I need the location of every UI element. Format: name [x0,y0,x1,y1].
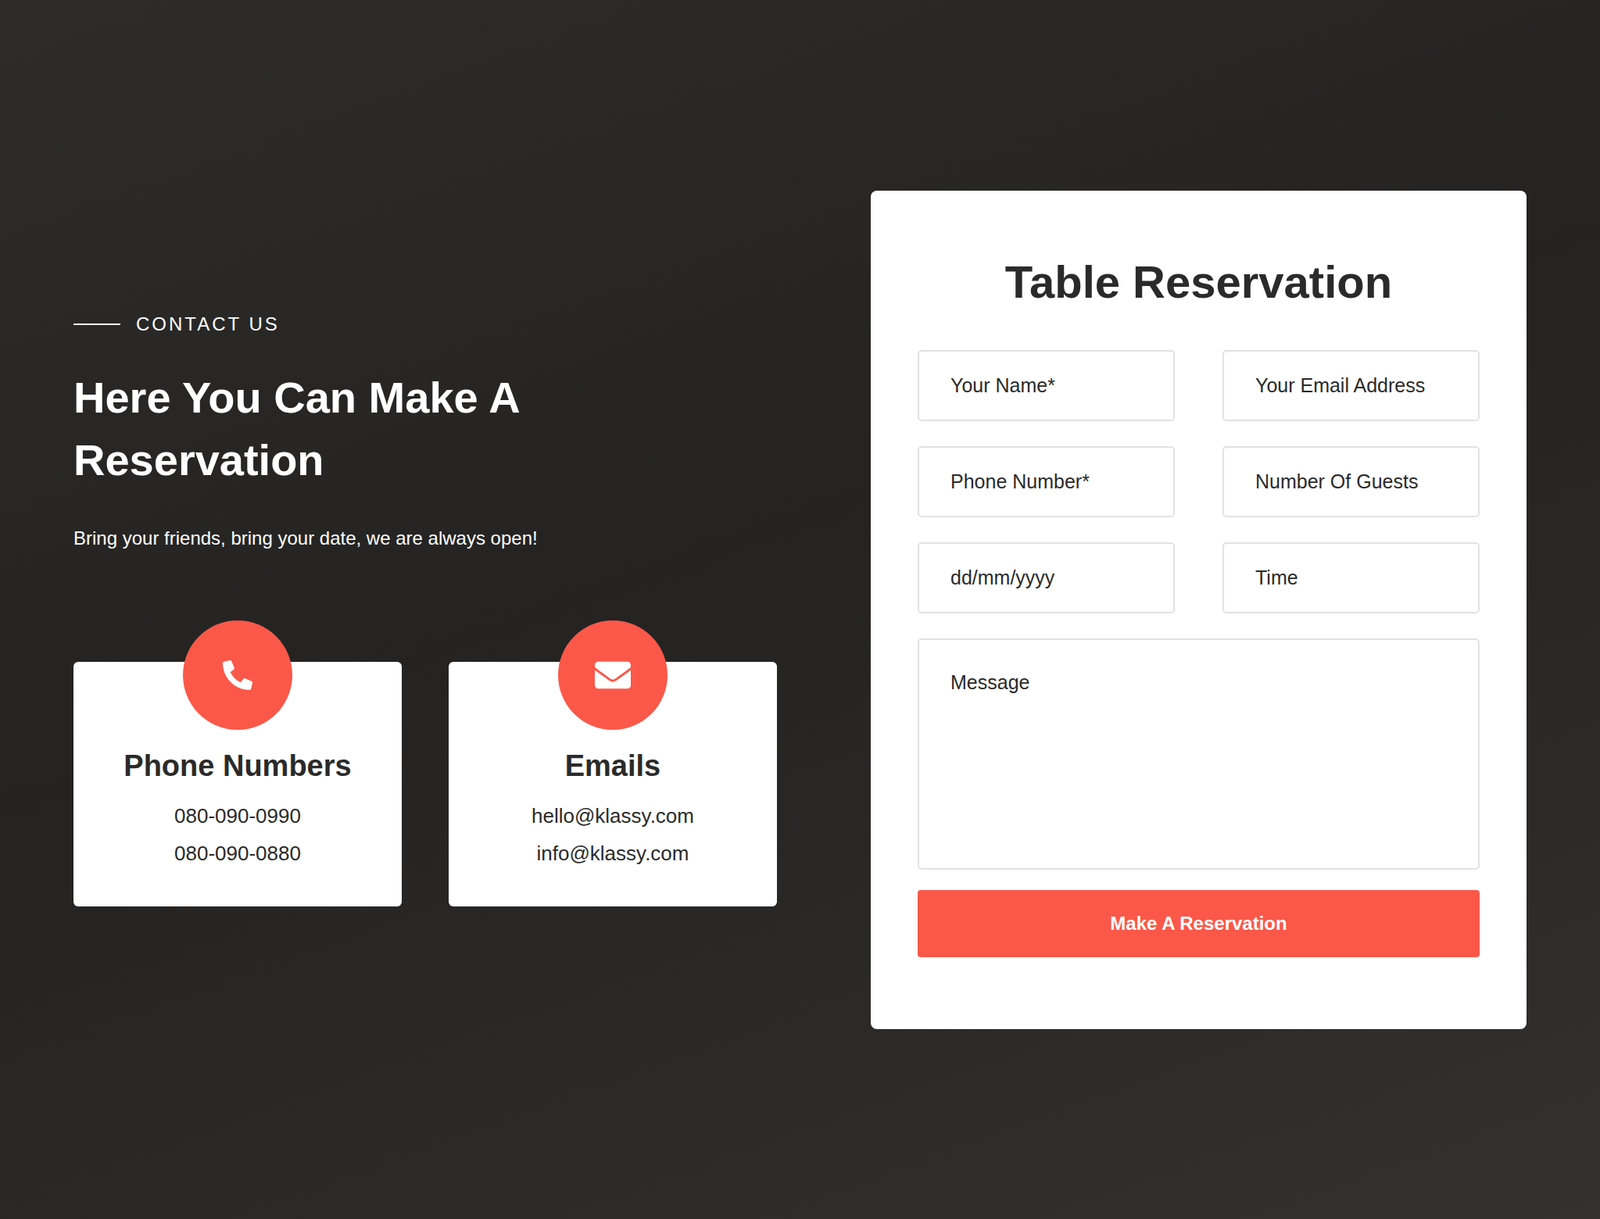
card-title: Emails [565,749,662,784]
eyebrow-line [73,323,121,326]
message-field[interactable] [917,638,1480,870]
form-title: Table Reservation [917,254,1480,310]
form-input[interactable] [917,350,1175,422]
contact-card: Phone Numbers 080-090-0990080-090-0880 [73,662,402,907]
envelope-icon [594,657,631,694]
card-title: Phone Numbers [123,749,351,784]
form-input[interactable] [917,542,1175,614]
reservation-section: CONTACT US Here You Can Make A Reservatio… [0,0,1600,1219]
icon-circle [558,620,668,731]
subtitle: Bring your friends, bring your date, we … [73,526,777,552]
contact-cards: Phone Numbers 080-090-0990080-090-0880 Ema… [73,662,777,907]
heading: Here You Can Make A Reservation [73,366,590,492]
card-line[interactable]: info@klassy.com [536,834,690,873]
contact-info: CONTACT US Here You Can Make A Reservatio… [73,313,777,907]
form-input[interactable] [1222,446,1480,518]
contact-card: Emails hello@klassy.cominfo@klassy.com [448,662,777,907]
phone-icon [222,660,253,691]
card-line[interactable]: 080-090-0990 [174,797,301,835]
eyebrow-text: CONTACT US [136,313,280,336]
field-grid [917,350,1480,870]
card-line[interactable]: hello@klassy.com [531,797,695,835]
form-input[interactable] [1222,350,1480,422]
form-input[interactable] [1222,542,1480,614]
form-input[interactable] [917,446,1175,518]
card-line[interactable]: 080-090-0880 [174,834,301,873]
eyebrow: CONTACT US [73,313,777,336]
icon-circle [182,620,293,731]
reservation-form: Table Reservation Make A Reservation [870,190,1527,1030]
reserve-button[interactable]: Make A Reservation [917,890,1480,958]
